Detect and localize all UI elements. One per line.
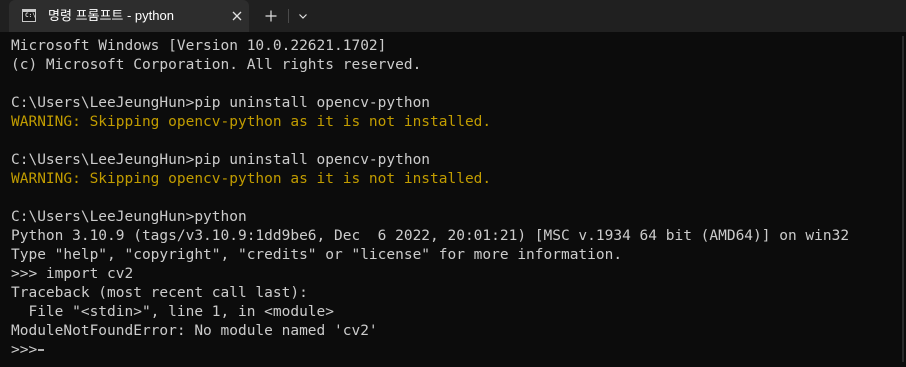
console-line: C:\Users\LeeJeungHun>python — [11, 209, 891, 228]
new-tab-button[interactable] — [263, 8, 279, 24]
console-line-text: >>> — [11, 342, 38, 358]
console-line-text: Microsoft Windows [Version 10.0.22621.17… — [11, 38, 387, 54]
console-line: File "<stdin>", line 1, in <module> — [11, 304, 891, 323]
console-line: Python 3.10.9 (tags/v3.10.9:1dd9be6, Dec… — [11, 228, 891, 247]
console-line: Traceback (most recent call last): — [11, 285, 891, 304]
console-line: C:\Users\LeeJeungHun>pip uninstall openc… — [11, 95, 891, 114]
close-icon — [232, 11, 242, 21]
console-line: C:\Users\LeeJeungHun>pip uninstall openc… — [11, 152, 891, 171]
console-output[interactable]: Microsoft Windows [Version 10.0.22621.17… — [11, 38, 891, 363]
tab-bar: C:\ 명령 프롬프트 - python — [0, 0, 906, 32]
console-line-text: C:\Users\LeeJeungHun>pip uninstall openc… — [11, 152, 431, 168]
terminal-window: C:\ 명령 프롬프트 - python Microsoft Windows [… — [0, 0, 906, 367]
command-prompt-icon: C:\ — [22, 9, 36, 22]
console-line-text: Python 3.10.9 (tags/v3.10.9:1dd9be6, Dec… — [11, 228, 850, 244]
text-cursor — [38, 349, 45, 351]
close-tab-button[interactable] — [229, 8, 245, 24]
scrollbar[interactable] — [902, 36, 904, 362]
console-warning-line: WARNING: Skipping opencv-python as it is… — [11, 114, 891, 133]
console-line-text: C:\Users\LeeJeungHun>pip uninstall openc… — [11, 95, 431, 111]
tab-command-prompt[interactable]: C:\ 명령 프롬프트 - python — [9, 0, 249, 32]
console-line: Microsoft Windows [Version 10.0.22621.17… — [11, 38, 891, 57]
console-line-text: ModuleNotFoundError: No module named 'cv… — [11, 323, 378, 339]
console-warning-line: WARNING: Skipping opencv-python as it is… — [11, 171, 891, 190]
tab-divider — [288, 9, 289, 23]
profiles-dropdown-button[interactable] — [295, 8, 311, 24]
tab-title: 명령 프롬프트 - python — [48, 8, 174, 23]
tab-icon-label: C:\ — [25, 12, 36, 19]
console-line-text: Type "help", "copyright", "credits" or "… — [11, 247, 623, 263]
console-line-text: (c) Microsoft Corporation. All rights re… — [11, 57, 422, 73]
console-line: >>> import cv2 — [11, 266, 891, 285]
console-line-text: Traceback (most recent call last): — [11, 285, 308, 301]
console-line-text: C:\Users\LeeJeungHun>python — [11, 209, 247, 225]
console-line-text: >>> import cv2 — [11, 266, 134, 282]
console-line-text: File "<stdin>", line 1, in <module> — [11, 304, 335, 320]
console-line-text: WARNING: Skipping opencv-python as it is… — [11, 171, 492, 187]
console-line-text: WARNING: Skipping opencv-python as it is… — [11, 114, 492, 130]
console-line: Type "help", "copyright", "credits" or "… — [11, 247, 891, 266]
console-line: (c) Microsoft Corporation. All rights re… — [11, 57, 891, 76]
console-prompt-line: >>> — [11, 342, 891, 361]
console-line: ModuleNotFoundError: No module named 'cv… — [11, 323, 891, 342]
plus-icon — [265, 10, 277, 22]
chevron-down-icon — [299, 14, 307, 19]
